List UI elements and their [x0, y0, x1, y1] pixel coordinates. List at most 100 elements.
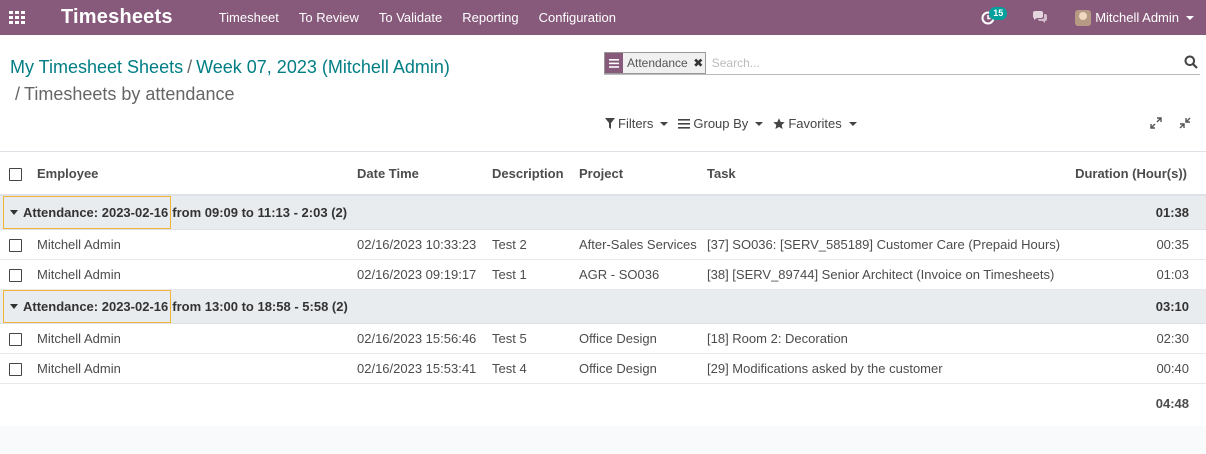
cell-duration: 00:35 [1064, 229, 1206, 260]
column-task[interactable]: Task [707, 152, 1064, 196]
row-checkbox[interactable] [9, 269, 22, 283]
cell-task: [37] SO036: [SERV_585189] Customer Care … [707, 229, 1064, 260]
group-row[interactable]: Attendance: 2023-02-16 from 09:09 to 11:… [0, 194, 1206, 230]
grand-total: 04:48 [1155, 396, 1189, 412]
column-duration[interactable]: Duration (Hour(s)) [1064, 152, 1206, 196]
favorites-label: Favorites [788, 116, 842, 131]
row-checkbox[interactable] [9, 239, 22, 253]
footer-area [0, 426, 1206, 454]
table-row[interactable]: Mitchell Admin 02/16/2023 09:19:17 Test … [0, 259, 1206, 290]
menu-to-validate[interactable]: To Validate [379, 10, 442, 25]
breadcrumb-my-timesheet-sheets[interactable]: My Timesheet Sheets [10, 57, 183, 77]
cell-employee: Mitchell Admin [32, 259, 357, 290]
column-date-time[interactable]: Date Time [357, 152, 492, 196]
group-by-icon [605, 53, 623, 73]
search-bar: Attendance ✖ [604, 51, 1200, 75]
chevron-down-icon [660, 121, 669, 126]
user-menu[interactable]: Mitchell Admin [1075, 9, 1194, 26]
control-panel: My Timesheet Sheets / Week 07, 2023 (Mitch… [0, 35, 1206, 152]
column-employee[interactable]: Employee [32, 152, 357, 196]
cell-project: Office Design [579, 323, 707, 354]
grand-total-row: 04:48 [0, 384, 1206, 424]
cell-date-time: 02/16/2023 15:56:46 [357, 323, 492, 354]
cell-duration: 01:03 [1064, 259, 1206, 290]
menu-to-review[interactable]: To Review [299, 10, 359, 25]
search-options: Filters Group By Favorites [605, 116, 867, 131]
table-row[interactable]: Mitchell Admin 02/16/2023 10:33:23 Test … [0, 229, 1206, 260]
facet-label: Attendance [627, 56, 688, 70]
cell-date-time: 02/16/2023 10:33:23 [357, 229, 492, 260]
row-checkbox[interactable] [9, 363, 22, 377]
chevron-down-icon [755, 121, 764, 126]
search-icon[interactable] [1184, 55, 1198, 72]
activity-button[interactable]: 15 [973, 0, 1008, 35]
select-all-checkbox[interactable] [9, 167, 22, 181]
cell-date-time: 02/16/2023 09:19:17 [357, 259, 492, 290]
filters-label: Filters [618, 116, 654, 131]
group-row[interactable]: Attendance: 2023-02-16 from 13:00 to 18:… [0, 289, 1206, 324]
favorites-button[interactable]: Favorites [773, 116, 857, 131]
filter-icon [605, 118, 615, 129]
breadcrumb-separator: / [187, 57, 193, 77]
cell-duration: 00:40 [1064, 353, 1206, 384]
group-label: Attendance: 2023-02-16 [23, 299, 169, 314]
star-icon [773, 117, 786, 129]
menu-timesheet[interactable]: Timesheet [219, 10, 279, 25]
view-buttons [1133, 117, 1191, 129]
chat-icon[interactable] [1025, 0, 1055, 35]
group-by-icon [678, 118, 691, 129]
apps-icon[interactable] [0, 0, 36, 35]
close-icon[interactable]: ✖ [692, 53, 705, 73]
cell-project: After-Sales Services [579, 229, 707, 260]
group-highlight[interactable]: Attendance: 2023-02-16 [3, 196, 172, 229]
group-total: 03:10 [1064, 289, 1206, 324]
group-label-detail: from 13:00 to 18:58 - 5:58 (2) [172, 299, 348, 314]
chevron-down-icon [848, 121, 857, 126]
chevron-down-icon [1186, 15, 1194, 20]
filters-button[interactable]: Filters [605, 116, 669, 131]
cell-description: Test 2 [492, 229, 579, 260]
breadcrumb-separator: / [15, 84, 21, 104]
activity-count-badge: 15 [989, 7, 1008, 20]
cell-employee: Mitchell Admin [32, 323, 357, 354]
cell-duration: 02:30 [1064, 323, 1206, 354]
group-highlight[interactable]: Attendance: 2023-02-16 [3, 290, 172, 323]
search-input[interactable] [711, 55, 1152, 70]
breadcrumb-week[interactable]: Week 07, 2023 (Mitchell Admin) [196, 57, 450, 77]
menu-reporting[interactable]: Reporting [462, 10, 518, 25]
cell-project: AGR - SO036 [579, 259, 707, 290]
group-label: Attendance: 2023-02-16 [23, 205, 169, 220]
caret-down-icon [10, 304, 18, 309]
cell-task: [38] [SERV_89744] Senior Architect (Invo… [707, 259, 1064, 290]
top-navbar: Timesheets Timesheet To Review To Valida… [0, 0, 1206, 35]
search-facet-attendance: Attendance ✖ [604, 52, 706, 74]
cell-employee: Mitchell Admin [32, 229, 357, 260]
table-row[interactable]: Mitchell Admin 02/16/2023 15:56:46 Test … [0, 323, 1206, 354]
table-row[interactable]: Mitchell Admin 02/16/2023 15:53:41 Test … [0, 353, 1206, 384]
collapse-icon[interactable] [1179, 117, 1191, 129]
group-label-detail: from 09:09 to 11:13 - 2:03 (2) [172, 205, 348, 220]
cell-date-time: 02/16/2023 15:53:41 [357, 353, 492, 384]
app-title[interactable]: Timesheets [61, 6, 173, 29]
timesheet-table: Employee Date Time Description Project T… [0, 152, 1206, 424]
column-project[interactable]: Project [579, 152, 707, 196]
list-view: Employee Date Time Description Project T… [0, 152, 1206, 426]
cell-description: Test 4 [492, 353, 579, 384]
table-header: Employee Date Time Description Project T… [0, 152, 1206, 196]
cell-task: [29] Modifications asked by the customer [707, 353, 1064, 384]
caret-down-icon [10, 210, 18, 215]
row-checkbox[interactable] [9, 333, 22, 347]
expand-icon[interactable] [1150, 117, 1162, 129]
column-description[interactable]: Description [492, 152, 579, 196]
cell-employee: Mitchell Admin [32, 353, 357, 384]
group-by-label: Group By [693, 116, 749, 131]
avatar [1075, 9, 1092, 26]
menu-configuration[interactable]: Configuration [539, 10, 616, 25]
cell-description: Test 5 [492, 323, 579, 354]
group-by-button[interactable]: Group By [678, 116, 764, 131]
cell-task: [18] Room 2: Decoration [707, 323, 1064, 354]
group-total: 01:38 [1064, 194, 1206, 230]
cell-description: Test 1 [492, 259, 579, 290]
page-title: Timesheets by attendance [24, 84, 235, 104]
user-name: Mitchell Admin [1095, 10, 1179, 25]
